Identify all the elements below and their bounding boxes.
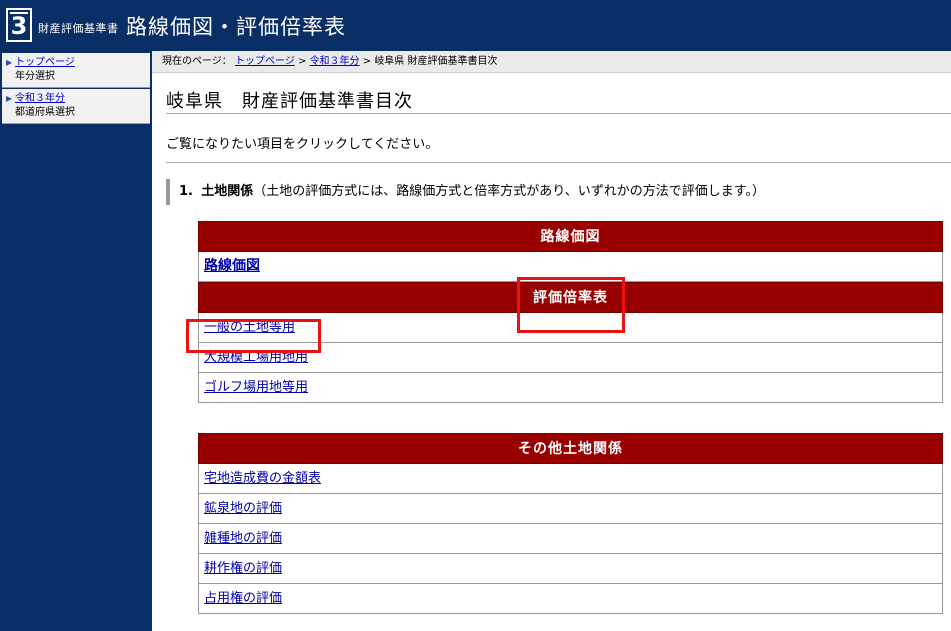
link-misc-land[interactable]: 雑種地の評価 xyxy=(204,531,282,546)
site-logo[interactable]: 3 xyxy=(6,8,32,42)
sidebar-link-year[interactable]: 令和３年分 xyxy=(15,93,65,104)
link-tenancy-right[interactable]: 耕作権の評価 xyxy=(204,561,282,576)
link-large-factory-land[interactable]: 大規模工場用地用 xyxy=(204,350,308,365)
section-number: 1. xyxy=(179,184,193,199)
table-row: 占用権の評価 xyxy=(198,584,943,614)
sidebar-link-top[interactable]: トップページ xyxy=(15,57,75,68)
logo-number: 3 xyxy=(10,12,28,40)
brand-title: 路線価図・評価倍率表 xyxy=(126,15,346,39)
table-header-multiplier: 評価倍率表 xyxy=(198,282,943,313)
site-header: 3 財産評価基準書 路線価図・評価倍率表 xyxy=(0,0,951,51)
triangle-right-icon: ▶ xyxy=(6,58,13,67)
breadcrumb-separator: > xyxy=(294,56,310,67)
table-row: 一般の土地等用 xyxy=(198,313,943,343)
land-table: 路線価図 路線価図 評価倍率表 一般の土地等用 大規模工場用地用 ゴルフ場用地等… xyxy=(198,221,943,403)
breadcrumb-link-year[interactable]: 令和３年分 xyxy=(310,56,360,67)
sidebar: ▶ トップページ 年分選択 ▶ 令和３年分 都道府県選択 xyxy=(0,51,152,631)
link-general-land[interactable]: 一般の土地等用 xyxy=(204,320,295,335)
section-name: 土地関係 xyxy=(201,184,254,199)
section-heading: 1. 土地関係（土地の評価方式には、路線価方式と倍率方式があり、いずれかの方法で… xyxy=(166,179,765,205)
breadcrumb-current: 岐阜県 財産評価基準書目次 xyxy=(374,56,498,67)
breadcrumb-prefix: 現在のページ： xyxy=(162,56,232,67)
table-row: 雑種地の評価 xyxy=(198,524,943,554)
divider xyxy=(166,162,951,163)
table-row: 宅地造成費の金額表 xyxy=(198,464,943,494)
link-occupancy-right[interactable]: 占用権の評価 xyxy=(204,591,282,606)
brand-subtitle: 財産評価基準書 xyxy=(38,22,119,35)
table-header-rosenka: 路線価図 xyxy=(198,221,943,252)
intro-text: ご覧になりたい項目をクリックしてください。 xyxy=(166,137,439,152)
page-title: 岐阜県 財産評価基準書目次 xyxy=(166,91,413,112)
link-mineral-spring[interactable]: 鉱泉地の評価 xyxy=(204,501,282,516)
breadcrumb-separator: > xyxy=(359,56,375,67)
table-row: ゴルフ場用地等用 xyxy=(198,373,943,403)
divider xyxy=(166,113,951,114)
table-row: 耕作権の評価 xyxy=(198,554,943,584)
main-content: 現在のページ： トップページ > 令和３年分 > 岐阜県 財産評価基準書目次 岐… xyxy=(152,51,951,631)
other-land-table: その他土地関係 宅地造成費の金額表 鉱泉地の評価 雑種地の評価 耕作権の評価 占… xyxy=(198,433,943,614)
link-rosenka-map[interactable]: 路線価図 xyxy=(204,258,260,274)
table-row: 鉱泉地の評価 xyxy=(198,494,943,524)
triangle-right-icon: ▶ xyxy=(6,94,13,103)
sidebar-item-top: ▶ トップページ 年分選択 xyxy=(2,53,150,88)
link-golf-course-land[interactable]: ゴルフ場用地等用 xyxy=(204,380,308,395)
link-site-development-cost[interactable]: 宅地造成費の金額表 xyxy=(204,471,321,486)
sidebar-sub-label: 年分選択 xyxy=(15,71,55,82)
table-row: 大規模工場用地用 xyxy=(198,343,943,373)
section-note: （土地の評価方式には、路線価方式と倍率方式があり、いずれかの方法で評価します。） xyxy=(253,184,765,199)
sidebar-item-year: ▶ 令和３年分 都道府県選択 xyxy=(2,89,150,124)
breadcrumb-link-top[interactable]: トップページ xyxy=(235,56,295,67)
breadcrumb: 現在のページ： トップページ > 令和３年分 > 岐阜県 財産評価基準書目次 xyxy=(152,51,951,73)
table-header-other: その他土地関係 xyxy=(198,433,943,464)
sidebar-sub-label: 都道府県選択 xyxy=(15,107,75,118)
table-row: 路線価図 xyxy=(198,252,943,282)
